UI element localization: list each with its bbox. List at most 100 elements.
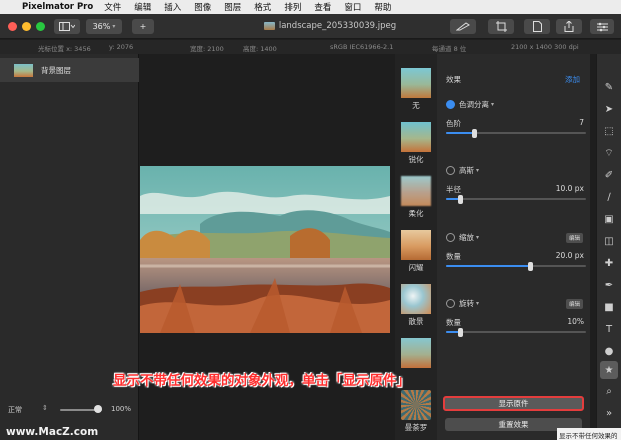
- effect-slider[interactable]: [446, 262, 586, 271]
- chevron-down-icon[interactable]: ▾: [476, 234, 479, 241]
- effect-param: 半径 10.0 px: [446, 184, 586, 195]
- effect-slider-knob[interactable]: [458, 328, 463, 337]
- add-effect-button[interactable]: 添加: [565, 74, 580, 85]
- arrange-tool-icon[interactable]: ➤: [602, 102, 616, 116]
- share-button[interactable]: [556, 19, 582, 34]
- menu-image[interactable]: 图像: [194, 1, 211, 13]
- effects-panel: 效果 添加 色调分离 ▾ 色阶 7 高斯 ▾ 半径 10.0 px 缩放 ▾ 编辑 数…: [437, 54, 590, 440]
- effect-preset[interactable]: 闪耀: [395, 230, 437, 273]
- effect-param-label: 数量: [446, 318, 461, 327]
- adjustments-button[interactable]: [590, 19, 614, 34]
- lasso-tool-icon[interactable]: ⌔: [602, 146, 616, 160]
- menu-layer[interactable]: 图层: [224, 1, 241, 13]
- effect-slider[interactable]: [446, 195, 586, 204]
- chevron-down-icon[interactable]: ▾: [491, 101, 494, 108]
- menu-bar: Pixelmator Pro 文件 编辑 插入 图像 图层 格式 排列 查看 窗…: [0, 0, 621, 14]
- add-button[interactable]: +: [132, 19, 154, 34]
- tutorial-annotation: 显示不带任何效果的对象外观，单击「显示原件」: [113, 373, 410, 389]
- chevron-down-icon[interactable]: ▾: [476, 167, 479, 174]
- style-tool-icon[interactable]: ✎: [602, 80, 616, 94]
- effect-toggle[interactable]: [446, 166, 455, 175]
- crop-button[interactable]: [488, 19, 514, 34]
- effect-param: 数量 10%: [446, 317, 586, 328]
- menu-view[interactable]: 查看: [314, 1, 331, 13]
- eraser-tool-icon[interactable]: ◫: [602, 234, 616, 248]
- minimize-window-button[interactable]: [22, 22, 31, 31]
- effect-toggle[interactable]: [446, 299, 455, 308]
- menu-help[interactable]: 帮助: [374, 1, 391, 13]
- effect-param-value[interactable]: 10.0 px: [556, 184, 584, 193]
- retouch-tool-icon[interactable]: ✚: [602, 256, 616, 270]
- type-tool-icon[interactable]: T: [602, 322, 616, 336]
- layer-thumbnail: [14, 63, 33, 77]
- effect-name[interactable]: 旋转: [459, 299, 474, 308]
- effect-preset[interactable]: 曼荼罗: [395, 390, 437, 433]
- effect-param-value[interactable]: 7: [579, 118, 584, 127]
- landscape-image-graphic: [140, 166, 390, 333]
- effect-name[interactable]: 缩放: [459, 233, 474, 242]
- edit-button[interactable]: 编辑: [565, 299, 583, 309]
- layer-name: 背景图层: [41, 65, 71, 75]
- app-menu[interactable]: Pixelmator Pro: [22, 2, 93, 12]
- menu-insert[interactable]: 插入: [164, 1, 181, 13]
- chevron-down-icon[interactable]: ▾: [476, 300, 479, 307]
- zoom-tool-icon[interactable]: ⌕: [602, 384, 616, 398]
- pen-tool-button[interactable]: [450, 19, 476, 34]
- effect-preset-thumbnail: [401, 122, 431, 152]
- more-tools-icon[interactable]: »: [602, 406, 616, 420]
- effect-preset-label: 柔化: [408, 209, 424, 218]
- close-window-button[interactable]: [8, 22, 17, 31]
- menu-window[interactable]: 窗口: [344, 1, 361, 13]
- effect-preset[interactable]: 散景: [395, 284, 437, 327]
- layers-tool-icon[interactable]: ●: [602, 344, 616, 358]
- menu-file[interactable]: 文件: [104, 1, 121, 13]
- effect-gaussian: 高斯 ▾ 半径 10.0 px: [446, 165, 586, 204]
- sliders-icon: [596, 22, 608, 31]
- menu-edit[interactable]: 编辑: [134, 1, 151, 13]
- effect-preset[interactable]: [395, 338, 437, 368]
- up-down-chevron-icon[interactable]: ⇕: [42, 404, 48, 412]
- effect-preset-thumbnail: [401, 176, 431, 206]
- document-button[interactable]: [524, 19, 550, 34]
- effect-preset-label: 散景: [408, 317, 424, 326]
- layers-footer: 正常 ⇕ 100%: [0, 399, 139, 421]
- effect-param-value[interactable]: 20.0 px: [556, 251, 584, 260]
- effect-param: 色阶 7: [446, 118, 586, 129]
- effect-toggle[interactable]: [446, 233, 455, 242]
- effect-param-label: 色阶: [446, 119, 461, 128]
- pen-tool-icon[interactable]: ✒: [602, 278, 616, 292]
- effect-preset[interactable]: 无: [395, 68, 437, 111]
- show-original-button[interactable]: 显示原件: [443, 396, 584, 411]
- effect-preset[interactable]: 锐化: [395, 122, 437, 165]
- layer-row[interactable]: 背景图层: [0, 58, 139, 82]
- sidebar-toggle-button[interactable]: [54, 19, 80, 34]
- menu-arrange[interactable]: 排列: [284, 1, 301, 13]
- effect-preset[interactable]: 柔化: [395, 176, 437, 219]
- image-dimensions: 2100 x 1400 300 dpi: [511, 43, 579, 51]
- gradient-tool-icon[interactable]: ▣: [602, 212, 616, 226]
- effect-slider[interactable]: [446, 129, 586, 138]
- tooltip: 显示不带任何效果的: [557, 428, 621, 440]
- select-tool-icon[interactable]: ⬚: [602, 124, 616, 138]
- effect-slider-knob[interactable]: [528, 262, 533, 271]
- blend-mode-dropdown[interactable]: 正常: [8, 405, 22, 415]
- shape-tool-icon[interactable]: ■: [602, 300, 616, 314]
- menu-format[interactable]: 格式: [254, 1, 271, 13]
- effect-param-value[interactable]: 10%: [567, 317, 584, 326]
- effect-preset-thumbnail: [401, 68, 431, 98]
- zoom-dropdown[interactable]: 36% ▾: [86, 19, 122, 34]
- bit-depth: 每通道 8 位: [432, 45, 467, 53]
- effect-name[interactable]: 色调分离: [459, 100, 489, 109]
- effect-param: 数量 20.0 px: [446, 251, 586, 262]
- effect-slider[interactable]: [446, 328, 586, 337]
- edit-button[interactable]: 编辑: [565, 233, 583, 243]
- color-adjust-tool-icon[interactable]: ✐: [602, 168, 616, 182]
- brush-tool-icon[interactable]: ∕: [602, 190, 616, 204]
- effect-slider-knob[interactable]: [472, 129, 477, 138]
- zoom-window-button[interactable]: [36, 22, 45, 31]
- zoom-slider-knob[interactable]: [93, 405, 102, 413]
- effect-name[interactable]: 高斯: [459, 166, 474, 175]
- effect-toggle[interactable]: [446, 100, 455, 109]
- effect-slider-knob[interactable]: [458, 195, 463, 204]
- effects-tool-icon[interactable]: ★: [600, 361, 618, 379]
